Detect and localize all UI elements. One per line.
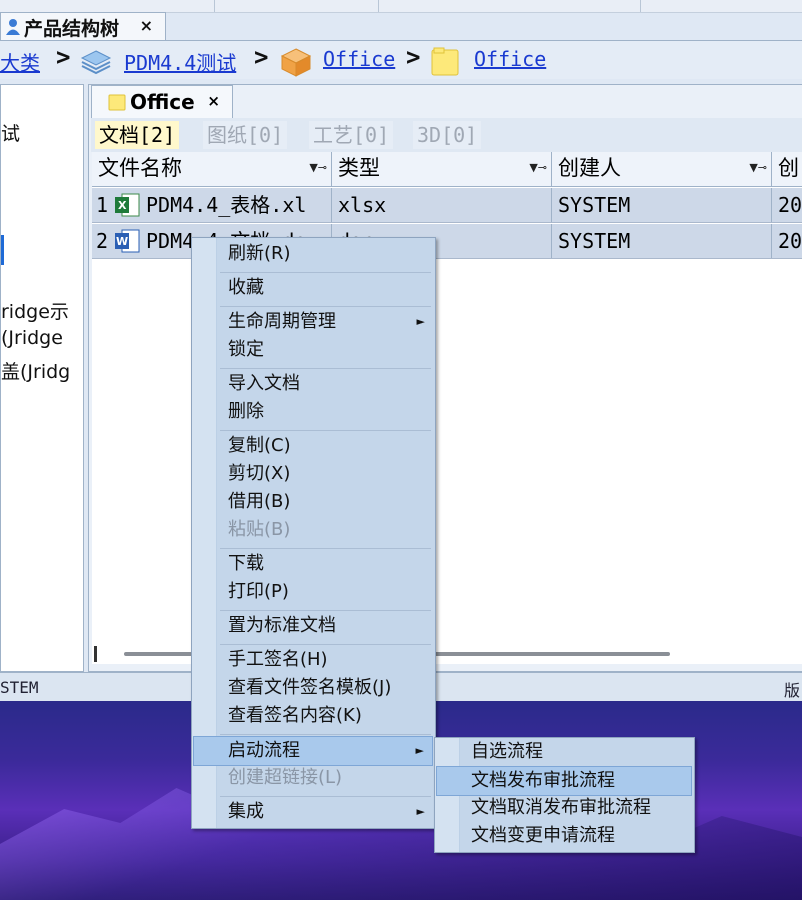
sub-tab-bar: 文档[2] 图纸[0] 工艺[0] 3D[0] [91, 118, 802, 152]
breadcrumb-separator: > [406, 43, 421, 71]
svg-text:X: X [118, 199, 127, 212]
close-icon[interactable]: × [207, 92, 220, 110]
menu-item-borrow[interactable]: 借用(B) [218, 488, 433, 516]
menu-item-create-hyperlink: 创建超链接(L) [228, 767, 343, 788]
menu-item-view-sign-content[interactable]: 查看签名内容(K) [218, 702, 433, 730]
menu-item-download[interactable]: 下载 [218, 550, 433, 578]
menu-item-import[interactable]: 导入文档 [218, 370, 433, 398]
menu-item-lock[interactable]: 锁定 [218, 336, 433, 364]
menu-item-custom-workflow[interactable]: 自选流程 [461, 738, 692, 766]
filter-icon[interactable]: ▼⊸ [309, 152, 327, 184]
menu-item-view-sign-template[interactable]: 查看文件签名模板(J) [218, 674, 433, 702]
cell-creator: SYSTEM [552, 188, 772, 222]
tab-label: Office [130, 90, 195, 114]
status-right: 版 [783, 681, 800, 700]
tab-documents[interactable]: 文档[2] [95, 121, 180, 149]
cell-file-name: PDM4.4_表格.xl [142, 188, 332, 222]
menu-item-integration[interactable]: 集成 ► [218, 798, 433, 826]
status-user: STEM [0, 678, 39, 697]
cell-type: xlsx [332, 188, 552, 222]
tab-office[interactable]: Office × [91, 85, 233, 118]
submenu-arrow-icon: ► [416, 805, 425, 818]
table-row[interactable]: 1 X PDM4.4_表格.xl xlsx SYSTEM 20 [92, 188, 802, 223]
cell-creator: SYSTEM [552, 224, 772, 258]
tab-drawings[interactable]: 图纸[0] [203, 121, 288, 149]
tree-item[interactable]: 盖(Jridg [1, 357, 70, 384]
menu-item-cut[interactable]: 剪切(X) [218, 460, 433, 488]
layers-icon [80, 50, 112, 75]
column-header-created[interactable]: 创 [772, 152, 802, 186]
menu-item-start-workflow[interactable]: 启动流程 ► [193, 736, 433, 766]
filter-icon[interactable]: ▼⊸ [749, 152, 767, 184]
user-icon [6, 19, 20, 35]
tree-item[interactable]: (Jridge [1, 327, 63, 349]
context-menu: 刷新(R) 收藏 生命周期管理 ► 锁定 导入文档 删除 复制(C) 剪切(X) … [191, 237, 436, 829]
tab-product-structure-tree[interactable]: 产品结构树 × [0, 12, 166, 41]
breadcrumb-separator: > [254, 43, 269, 71]
filter-icon[interactable]: ▼⊸ [529, 152, 547, 184]
tree-item[interactable]: ridge示 [1, 297, 69, 324]
menu-item-lifecycle[interactable]: 生命周期管理 ► [218, 308, 433, 336]
menu-item-publish-approval[interactable]: 文档发布审批流程 [436, 766, 692, 796]
column-header-file-name[interactable]: 文件名称 ▼⊸ [92, 152, 332, 186]
cell-created: 20 [778, 193, 802, 217]
breadcrumb-separator: > [56, 43, 71, 71]
submenu-arrow-icon: ► [415, 744, 424, 757]
menu-item-delete[interactable]: 删除 [218, 398, 433, 426]
breadcrumb-item-category[interactable]: 大类 [0, 47, 40, 76]
column-header-creator[interactable]: 创建人 ▼⊸ [552, 152, 772, 186]
grid-header: 文件名称 ▼⊸ 类型 ▼⊸ 创建人 ▼⊸ 创 [92, 152, 802, 187]
word-icon: W [115, 229, 140, 253]
tree-selection-marker [1, 235, 4, 265]
menu-item-print[interactable]: 打印(P) [218, 578, 433, 606]
cell-created: 20 [778, 229, 802, 253]
excel-icon: X [115, 193, 140, 217]
breadcrumb-item-pdm[interactable]: PDM4.4测试 [124, 47, 236, 76]
menu-item-change-request[interactable]: 文档变更申请流程 [461, 822, 692, 850]
close-icon[interactable]: × [140, 16, 153, 35]
menu-item-manual-sign[interactable]: 手工签名(H) [218, 646, 433, 674]
folder-icon [431, 47, 459, 76]
submenu-arrow-icon: ► [416, 315, 425, 328]
tree-item[interactable]: 试 [1, 119, 20, 146]
menu-item-refresh[interactable]: 刷新(R) [218, 240, 433, 268]
menu-item-copy[interactable]: 复制(C) [218, 432, 433, 460]
breadcrumb-item-office[interactable]: Office [474, 47, 546, 71]
tab-label: 产品结构树 [24, 17, 120, 40]
breadcrumb-item-office-folder[interactable]: Office [323, 47, 395, 71]
tab-3d[interactable]: 3D[0] [413, 121, 482, 149]
column-header-type[interactable]: 类型 ▼⊸ [332, 152, 552, 186]
svg-text:W: W [116, 235, 128, 248]
menu-item-paste: 粘贴(B) [228, 519, 291, 540]
folder-icon [108, 94, 126, 111]
breadcrumb: 大类 > PDM4.4测试 > Office > Office [0, 41, 802, 79]
tree-panel: 试 ridge示 (Jridge 盖(Jridg [0, 84, 84, 672]
menu-item-set-standard[interactable]: 置为标准文档 [218, 612, 433, 640]
tab-process[interactable]: 工艺[0] [309, 121, 394, 149]
menu-item-favorite[interactable]: 收藏 [218, 274, 433, 302]
menu-item-unpublish-approval[interactable]: 文档取消发布审批流程 [461, 794, 692, 822]
workflow-submenu: 自选流程 文档发布审批流程 文档取消发布审批流程 文档变更申请流程 [434, 737, 695, 853]
cube-icon [280, 48, 312, 77]
